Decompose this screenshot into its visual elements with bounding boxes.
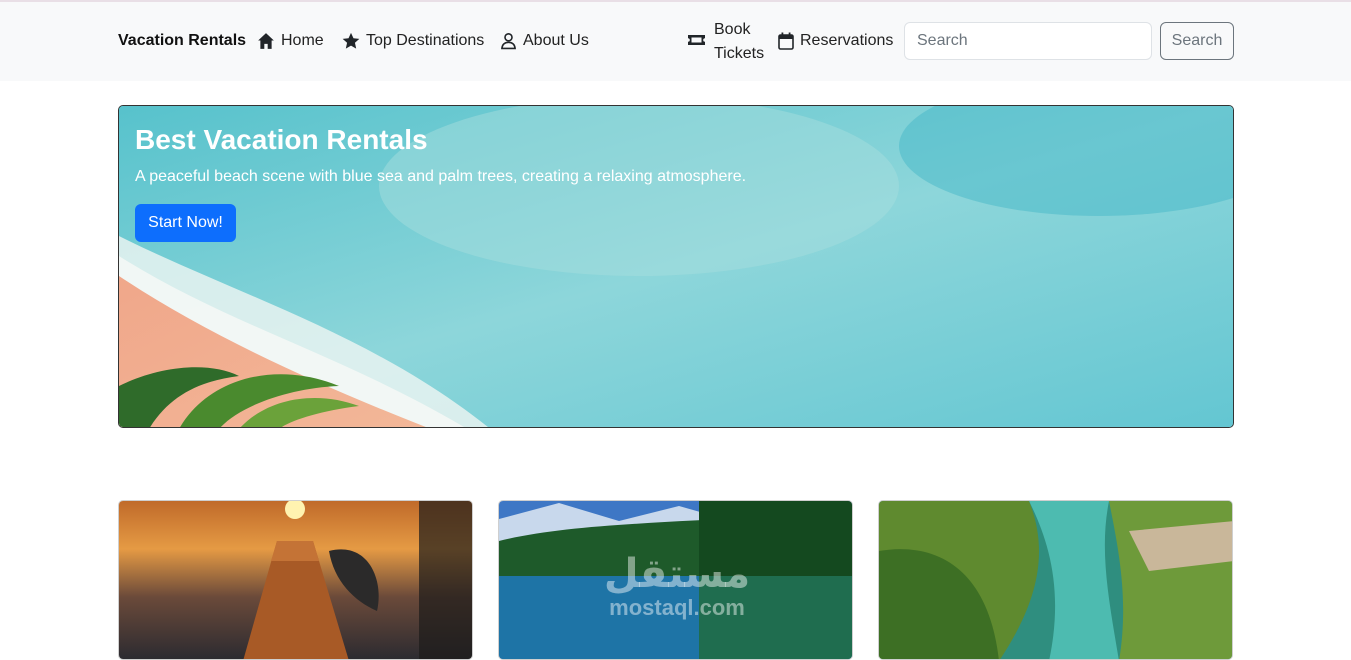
nav-top-destinations-label: Top Destinations <box>366 32 485 49</box>
nav-book-tickets[interactable]: Book Tickets <box>687 18 766 66</box>
watermark-arabic: مستقل <box>603 551 751 597</box>
brand[interactable]: Vacation Rentals <box>118 32 246 50</box>
search-input[interactable] <box>904 22 1152 60</box>
nav-book-tickets-label: Book Tickets <box>714 18 766 66</box>
hero-subtitle: A peaceful beach scene with blue sea and… <box>135 168 747 185</box>
star-icon <box>342 32 360 50</box>
person-icon <box>500 32 517 50</box>
navbar: Vacation Rentals Home Top Destinations A… <box>0 2 1351 81</box>
nav-book-line2: Tickets <box>714 45 765 62</box>
watermark: مستقل mostaql.com <box>592 552 762 620</box>
search-button[interactable]: Search <box>1160 22 1234 60</box>
nav-top-destinations[interactable]: Top Destinations <box>342 32 484 50</box>
nav-reservations-label: Reservations <box>800 32 894 49</box>
nav-reservations[interactable]: Reservations <box>778 32 893 50</box>
watermark-latin: mostaql.com <box>609 595 745 620</box>
card-river-cliffs[interactable] <box>878 500 1233 660</box>
start-now-button[interactable]: Start Now! <box>135 204 236 242</box>
nav-home-label: Home <box>281 32 324 49</box>
calendar-icon <box>778 32 794 50</box>
sunset-pier-image <box>119 501 472 659</box>
nav-about-us-label: About Us <box>523 32 589 49</box>
card-sunset-pier[interactable] <box>118 500 473 660</box>
house-icon <box>257 32 275 50</box>
ticket-icon <box>687 33 706 52</box>
river-cliffs-image <box>879 501 1232 659</box>
hero-title: Best Vacation Rentals <box>135 124 428 155</box>
nav-home[interactable]: Home <box>257 32 324 50</box>
nav-book-line1: Book <box>714 21 751 38</box>
hero-banner: Best Vacation Rentals A peaceful beach s… <box>118 105 1234 428</box>
nav-about-us[interactable]: About Us <box>500 32 589 50</box>
